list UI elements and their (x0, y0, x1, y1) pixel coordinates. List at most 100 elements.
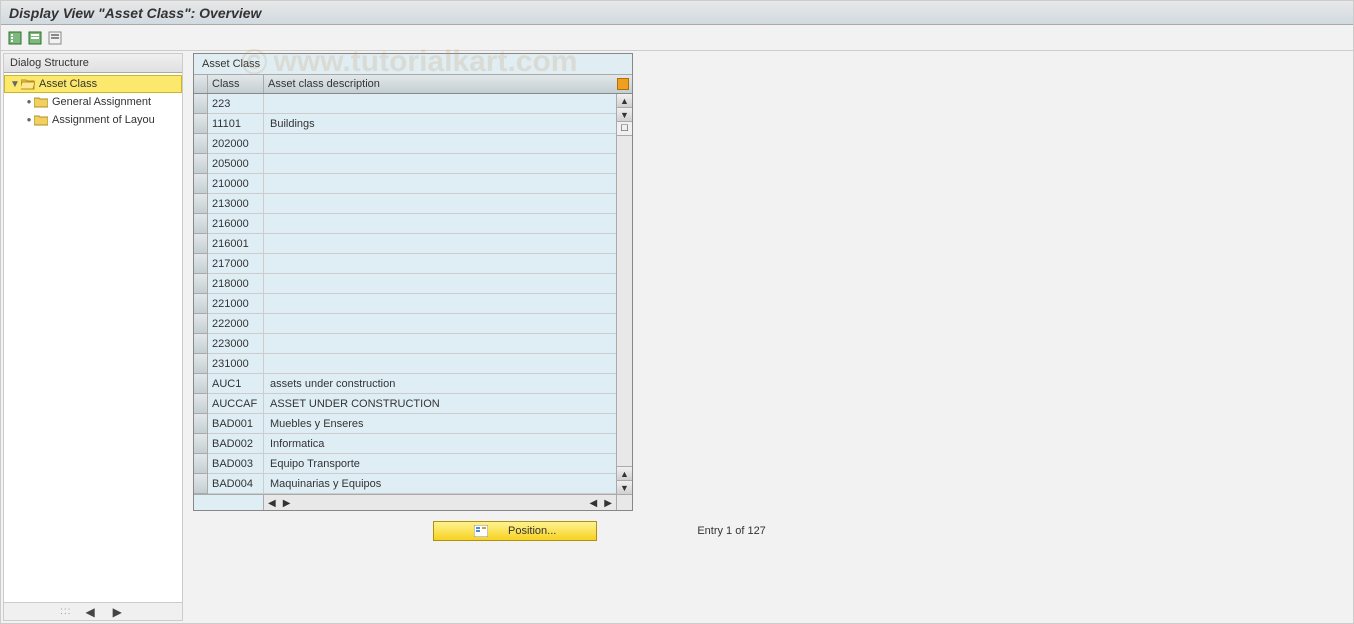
cell-description[interactable]: ASSET UNDER CONSTRUCTION (264, 394, 616, 413)
cell-description[interactable] (264, 234, 616, 253)
cell-class[interactable]: AUC1 (208, 374, 264, 393)
vertical-scrollbar[interactable]: ▲ ▼ ☐ ▲ ▼ (616, 94, 632, 494)
cell-class[interactable]: 218000 (208, 274, 264, 293)
table-row[interactable]: AUC1assets under construction (194, 374, 616, 394)
table-row[interactable]: 210000 (194, 174, 616, 194)
cell-class[interactable]: BAD003 (208, 454, 264, 473)
row-selector[interactable] (194, 274, 208, 294)
cell-class[interactable]: BAD004 (208, 474, 264, 493)
hscroll-left-end-button[interactable]: ◀ (588, 498, 600, 509)
cell-description[interactable] (264, 134, 616, 153)
scroll-up-indicator[interactable]: ▲ (617, 466, 632, 480)
cell-class[interactable]: 11101 (208, 114, 264, 133)
cell-class[interactable]: 202000 (208, 134, 264, 153)
row-selector[interactable] (194, 354, 208, 374)
column-header-description[interactable]: Asset class description (264, 75, 614, 93)
cell-class[interactable]: 216000 (208, 214, 264, 233)
row-selector[interactable] (194, 294, 208, 314)
row-selector[interactable] (194, 254, 208, 274)
row-selector[interactable] (194, 374, 208, 394)
row-selector[interactable] (194, 154, 208, 174)
row-selector[interactable] (194, 394, 208, 414)
table-row[interactable]: 222000 (194, 314, 616, 334)
table-row[interactable]: 216000 (194, 214, 616, 234)
column-config-icon[interactable] (617, 78, 629, 90)
row-selector[interactable] (194, 174, 208, 194)
row-selector[interactable] (194, 114, 208, 134)
cell-description[interactable] (264, 314, 616, 333)
cell-class[interactable]: 205000 (208, 154, 264, 173)
cell-class[interactable]: 231000 (208, 354, 264, 373)
cell-description[interactable]: Muebles y Enseres (264, 414, 616, 433)
cell-description[interactable] (264, 334, 616, 353)
table-row[interactable]: BAD004Maquinarias y Equipos (194, 474, 616, 494)
cell-description[interactable] (264, 354, 616, 373)
row-selector[interactable] (194, 334, 208, 354)
scroll-left-button[interactable]: ◀ (81, 605, 98, 619)
cell-description[interactable] (264, 174, 616, 193)
scroll-up-button[interactable]: ▲ (617, 94, 632, 108)
cell-class[interactable]: 217000 (208, 254, 264, 273)
cell-description[interactable]: assets under construction (264, 374, 616, 393)
scroll-down-indicator[interactable]: ▼ (617, 108, 632, 122)
select-icon[interactable] (47, 30, 63, 46)
hscroll-right-button[interactable]: ▶ (281, 498, 293, 509)
row-selector[interactable] (194, 94, 208, 114)
cell-description[interactable] (264, 254, 616, 273)
collapse-all-icon[interactable] (27, 30, 43, 46)
cell-class[interactable]: 216001 (208, 234, 264, 253)
hscroll-left-button[interactable]: ◀ (266, 498, 278, 509)
row-selector-header[interactable] (194, 75, 208, 93)
cell-description[interactable]: Maquinarias y Equipos (264, 474, 616, 493)
cell-class[interactable]: 222000 (208, 314, 264, 333)
table-row[interactable]: 216001 (194, 234, 616, 254)
cell-class[interactable]: BAD002 (208, 434, 264, 453)
table-row[interactable]: 213000 (194, 194, 616, 214)
cell-description[interactable] (264, 294, 616, 313)
table-row[interactable]: 223000 (194, 334, 616, 354)
tree-item-asset-class[interactable]: ▼ Asset Class (4, 75, 182, 93)
row-selector[interactable] (194, 434, 208, 454)
row-selector[interactable] (194, 194, 208, 214)
table-row[interactable]: BAD001Muebles y Enseres (194, 414, 616, 434)
tree-item-assignment-of-layout[interactable]: • Assignment of Layou (4, 111, 182, 129)
table-row[interactable]: 202000 (194, 134, 616, 154)
row-selector[interactable] (194, 454, 208, 474)
cell-description[interactable] (264, 154, 616, 173)
cell-class[interactable]: 210000 (208, 174, 264, 193)
scroll-down-button[interactable]: ▼ (617, 480, 632, 494)
cell-description[interactable] (264, 214, 616, 233)
cell-description[interactable]: Informatica (264, 434, 616, 453)
table-row[interactable]: BAD002Informatica (194, 434, 616, 454)
column-header-class[interactable]: Class (208, 75, 264, 93)
scroll-right-button[interactable]: ▶ (109, 605, 126, 619)
scrollbar-thumb[interactable]: ☐ (617, 122, 632, 136)
table-row[interactable]: 205000 (194, 154, 616, 174)
table-row[interactable]: 217000 (194, 254, 616, 274)
position-button[interactable]: Position... (433, 521, 597, 541)
table-row[interactable]: AUCCAFASSET UNDER CONSTRUCTION (194, 394, 616, 414)
row-selector[interactable] (194, 474, 208, 494)
cell-class[interactable]: BAD001 (208, 414, 264, 433)
row-selector[interactable] (194, 314, 208, 334)
table-row[interactable]: 223 (194, 94, 616, 114)
table-row[interactable]: 231000 (194, 354, 616, 374)
table-row[interactable]: 11101Buildings (194, 114, 616, 134)
cell-class[interactable]: 223 (208, 94, 264, 113)
row-selector[interactable] (194, 414, 208, 434)
table-row[interactable]: BAD003Equipo Transporte (194, 454, 616, 474)
cell-description[interactable] (264, 194, 616, 213)
cell-class[interactable]: 223000 (208, 334, 264, 353)
cell-class[interactable]: AUCCAF (208, 394, 264, 413)
hscroll-right-end-button[interactable]: ▶ (602, 498, 614, 509)
table-row[interactable]: 221000 (194, 294, 616, 314)
cell-description[interactable]: Equipo Transporte (264, 454, 616, 473)
cell-description[interactable] (264, 274, 616, 293)
row-selector[interactable] (194, 234, 208, 254)
cell-class[interactable]: 213000 (208, 194, 264, 213)
row-selector[interactable] (194, 134, 208, 154)
expand-all-icon[interactable] (7, 30, 23, 46)
tree-item-general-assignment[interactable]: • General Assignment (4, 93, 182, 111)
cell-description[interactable]: Buildings (264, 114, 616, 133)
cell-description[interactable] (264, 94, 616, 113)
